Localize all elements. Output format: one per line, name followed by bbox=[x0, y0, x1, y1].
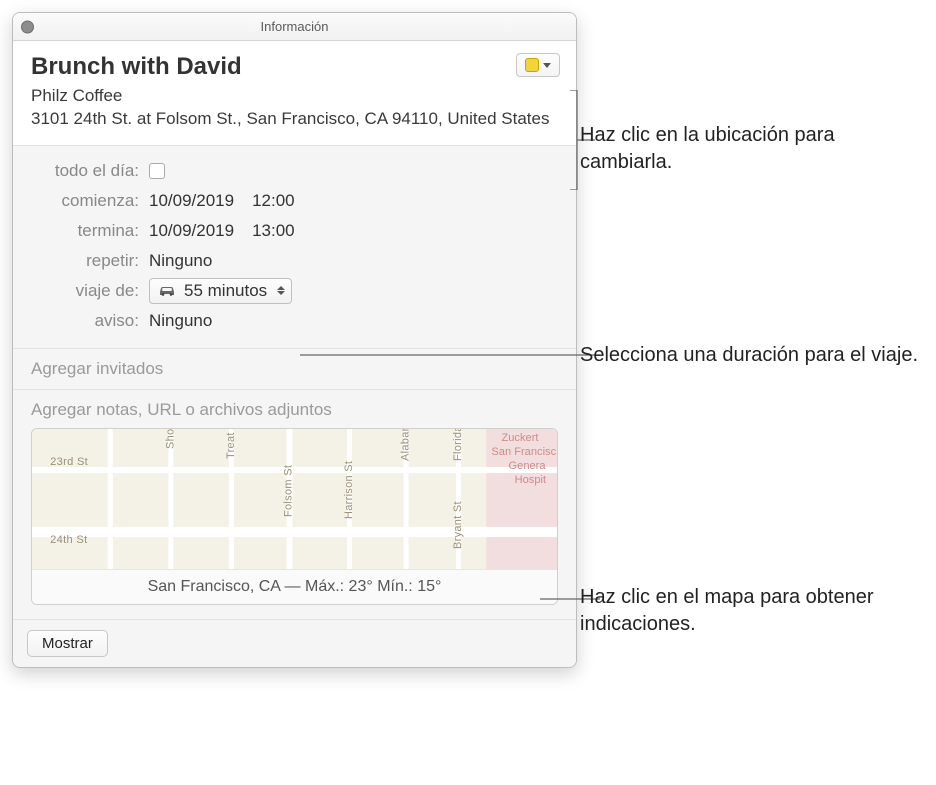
all-day-checkbox[interactable] bbox=[149, 163, 165, 179]
travel-label: viaje de: bbox=[31, 281, 149, 301]
event-title[interactable]: Brunch with David bbox=[31, 53, 558, 81]
travel-value: 55 minutos bbox=[184, 281, 267, 301]
svg-text:Shotwell St: Shotwell St bbox=[164, 429, 176, 449]
location-name: Philz Coffee bbox=[31, 86, 122, 105]
starts-label: comienza: bbox=[31, 191, 149, 211]
show-button[interactable]: Mostrar bbox=[27, 630, 108, 657]
svg-text:Bryant St: Bryant St bbox=[452, 501, 464, 549]
calendar-color-picker[interactable] bbox=[516, 53, 560, 77]
svg-text:Folsom St: Folsom St bbox=[282, 465, 294, 517]
row-travel: viaje de: 55 minutos bbox=[31, 276, 558, 306]
window-title: Información bbox=[261, 19, 329, 34]
callout-travel: Selecciona una duración para el viaje. bbox=[580, 342, 918, 369]
ends-label: termina: bbox=[31, 221, 149, 241]
notes-section: Agregar notas, URL o archivos adjuntos bbox=[13, 390, 576, 620]
svg-text:Alabama St: Alabama St bbox=[400, 429, 412, 461]
svg-text:Genera: Genera bbox=[509, 460, 547, 472]
row-repeat: repetir: Ninguno bbox=[31, 246, 558, 276]
callout-location: Haz clic en la ubicación para cambiarla. bbox=[580, 122, 920, 176]
svg-text:Zuckert: Zuckert bbox=[501, 432, 538, 444]
map-weather-caption: San Francisco, CA — Máx.: 23° Mín.: 15° bbox=[32, 569, 557, 604]
annotations: Haz clic en la ubicación para cambiarla.… bbox=[580, 12, 920, 772]
color-swatch bbox=[525, 58, 539, 72]
window-titlebar: Información bbox=[13, 13, 576, 41]
event-info-popover: Información Brunch with David Philz Coff… bbox=[12, 12, 577, 668]
row-all-day: todo el día: bbox=[31, 156, 558, 186]
notes-field[interactable]: Agregar notas, URL o archivos adjuntos bbox=[31, 400, 558, 420]
row-ends: termina: 10/09/2019 13:00 bbox=[31, 216, 558, 246]
alert-value[interactable]: Ninguno bbox=[149, 311, 212, 331]
chevron-down-icon bbox=[543, 63, 551, 68]
dropdown-arrows-icon bbox=[277, 286, 285, 295]
svg-text:San Francisc: San Francisc bbox=[491, 446, 556, 458]
close-button[interactable] bbox=[21, 20, 34, 33]
svg-text:Treat Ave: Treat Ave bbox=[225, 429, 237, 459]
row-starts: comienza: 10/09/2019 12:00 bbox=[31, 186, 558, 216]
ends-date[interactable]: 10/09/2019 bbox=[149, 221, 234, 241]
starts-date[interactable]: 10/09/2019 bbox=[149, 191, 234, 211]
footer: Mostrar bbox=[13, 620, 576, 667]
svg-text:Hospit: Hospit bbox=[515, 474, 546, 486]
travel-time-dropdown[interactable]: 55 minutos bbox=[149, 278, 292, 304]
svg-text:Harrison St: Harrison St bbox=[343, 461, 355, 519]
repeat-value[interactable]: Ninguno bbox=[149, 251, 212, 271]
all-day-label: todo el día: bbox=[31, 161, 149, 181]
starts-time[interactable]: 12:00 bbox=[252, 191, 295, 211]
svg-text:24th St: 24th St bbox=[50, 534, 87, 546]
map-thumbnail[interactable]: 23rd St 24th St Shotwell St Folsom St Tr… bbox=[32, 429, 557, 569]
location-address: 3101 24th St. at Folsom St., San Francis… bbox=[31, 109, 549, 128]
svg-text:Florida St: Florida St bbox=[452, 429, 464, 461]
callout-map: Haz clic en el mapa para obtener indicac… bbox=[580, 584, 920, 638]
car-icon bbox=[158, 285, 176, 297]
event-fields: todo el día: comienza: 10/09/2019 12:00 … bbox=[13, 146, 576, 349]
event-header[interactable]: Brunch with David Philz Coffee 3101 24th… bbox=[13, 41, 576, 146]
row-alert: aviso: Ninguno bbox=[31, 306, 558, 336]
alert-label: aviso: bbox=[31, 311, 149, 331]
map-container: 23rd St 24th St Shotwell St Folsom St Tr… bbox=[31, 428, 558, 605]
svg-text:23rd St: 23rd St bbox=[50, 456, 88, 468]
ends-time[interactable]: 13:00 bbox=[252, 221, 295, 241]
event-location[interactable]: Philz Coffee 3101 24th St. at Folsom St.… bbox=[31, 85, 558, 131]
repeat-label: repetir: bbox=[31, 251, 149, 271]
